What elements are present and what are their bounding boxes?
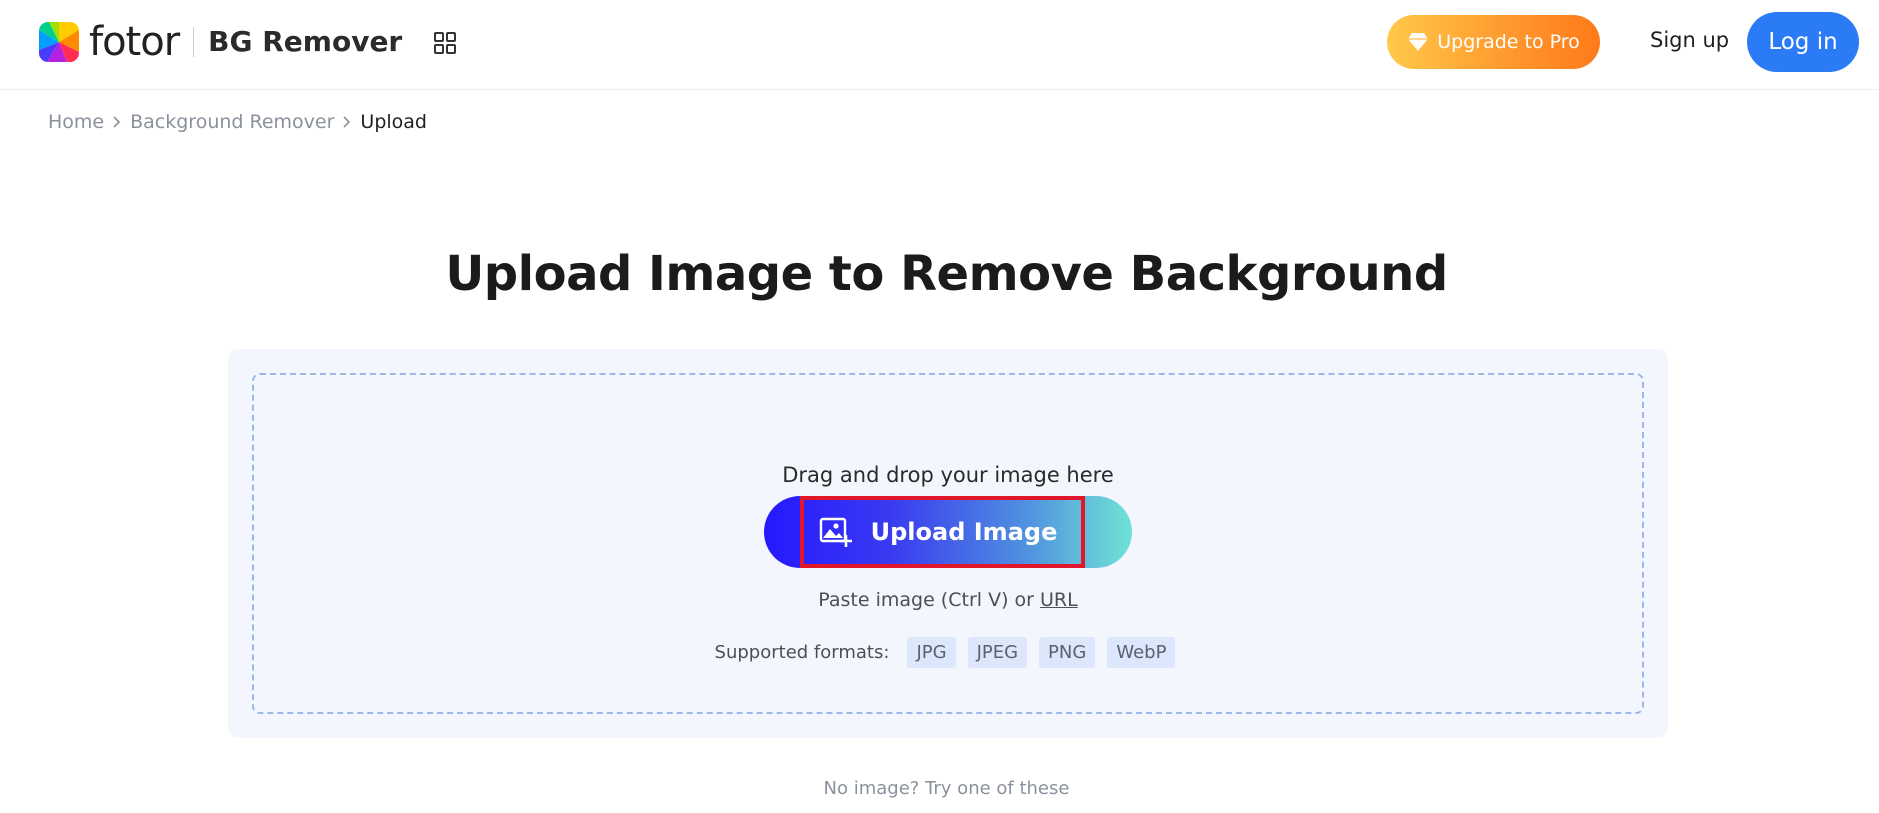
format-chip-png: PNG — [1039, 637, 1096, 668]
breadcrumb: Home Background Remover Upload — [48, 111, 427, 133]
upgrade-to-pro-button[interactable]: Upgrade to Pro — [1387, 15, 1600, 69]
formats-label: Supported formats: — [714, 642, 890, 663]
upgrade-label: Upgrade to Pro — [1437, 31, 1580, 53]
upload-image-button[interactable]: Upload Image — [764, 496, 1132, 568]
sign-up-link[interactable]: Sign up — [1650, 28, 1729, 52]
breadcrumb-background-remover[interactable]: Background Remover — [130, 111, 334, 133]
logo-wordmark: fotor — [89, 19, 180, 65]
diamond-icon — [1408, 33, 1429, 51]
upload-panel: Drag and drop your image here Upload Ima… — [228, 349, 1668, 738]
url-link[interactable]: URL — [1040, 589, 1078, 611]
format-chip-jpeg: JPEG — [967, 637, 1028, 668]
upload-image-label: Upload Image — [870, 518, 1058, 546]
top-header: fotor BG Remover Upgrade to Pro Sign up … — [0, 0, 1879, 90]
format-chip-jpg: JPG — [907, 637, 956, 668]
log-in-button[interactable]: Log in — [1747, 12, 1859, 72]
breadcrumb-home[interactable]: Home — [48, 111, 104, 133]
logo-divider — [193, 27, 195, 57]
fotor-logo-icon — [39, 22, 79, 62]
breadcrumb-current: Upload — [360, 111, 427, 133]
chevron-right-icon — [343, 116, 351, 128]
grid-icon[interactable] — [433, 31, 457, 55]
add-image-icon — [819, 517, 852, 547]
supported-formats: Supported formats: JPG JPEG PNG WebP — [254, 637, 1642, 668]
sample-images-hint: No image? Try one of these — [823, 778, 1070, 799]
drag-drop-text: Drag and drop your image here — [782, 463, 1114, 487]
format-chip-webp: WebP — [1107, 637, 1176, 668]
drop-zone[interactable]: Drag and drop your image here Upload Ima… — [252, 373, 1644, 714]
paste-text: Paste image (Ctrl V) or — [818, 589, 1034, 611]
product-name: BG Remover — [208, 25, 403, 58]
paste-hint: Paste image (Ctrl V) or URL — [254, 589, 1642, 611]
chevron-right-icon — [113, 116, 121, 128]
page-title: Upload Image to Remove Background — [445, 246, 1448, 302]
fotor-logo[interactable]: fotor BG Remover — [39, 21, 402, 63]
